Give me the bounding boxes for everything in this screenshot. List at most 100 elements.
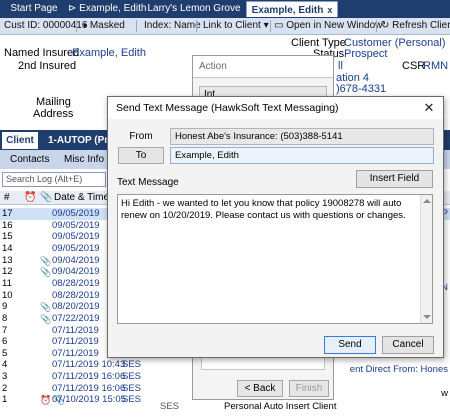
row-who: SES (122, 371, 142, 383)
back-button[interactable]: < Back (237, 380, 283, 397)
divider (196, 20, 197, 32)
divider (136, 20, 137, 32)
row-dt: 09/05/2019 (52, 242, 100, 254)
row-num: 16 (2, 219, 13, 231)
tab-example-edith-1[interactable]: ⊳ Example, Edith (68, 1, 146, 17)
divider (76, 20, 77, 32)
row-num: 10 (2, 289, 13, 301)
send-text-dialog: Send Text Message (HawkSoft Text Messagi… (107, 96, 444, 358)
text-message-label: Text Message (117, 177, 179, 188)
row-num: 5 (2, 347, 8, 359)
search-log-input[interactable]: Search Log (Alt+E) (2, 172, 106, 187)
status-value[interactable]: Prospect (344, 48, 387, 60)
row-dt: 08/28/2019 (52, 289, 100, 301)
action-title: Action (193, 56, 333, 78)
row-dt: 07/11/2019 (52, 336, 99, 348)
row-num: 15 (2, 231, 13, 243)
row-dt: 07/11/2019 (52, 324, 99, 336)
row-dt: 07/11/2019 16:06 (52, 371, 126, 383)
row-num: 9 (2, 301, 8, 313)
action-input[interactable] (201, 356, 325, 370)
fragment-text: w (441, 388, 448, 399)
send-button[interactable]: Send (324, 336, 376, 354)
row-description: Personal Auto Insert Client (224, 401, 337, 412)
csr-label: CSR (402, 60, 426, 72)
row-dt: 07/11/2019 10:43 (52, 359, 126, 371)
row-num: 12 (2, 266, 13, 278)
link-to-client-dropdown[interactable]: Link to Client ▾ (203, 18, 269, 34)
phone-fragment[interactable]: )678-4331 (336, 83, 386, 95)
row-num: 2 (2, 382, 8, 394)
row-num: 6 (2, 336, 8, 348)
row-dt: 08/28/2019 (52, 277, 100, 289)
tab-start-page[interactable]: Start Page (4, 1, 64, 17)
row-num: 13 (2, 254, 13, 266)
row-dt: 07/22/2019 (52, 312, 100, 324)
row-num: 11 (2, 277, 12, 289)
mask-icon: ◑ (81, 20, 88, 31)
to-field[interactable]: Example, Edith (170, 147, 434, 164)
finish-button[interactable]: Finish (289, 380, 329, 397)
second-insured-label: 2nd Insured (18, 60, 77, 72)
csr-value[interactable]: RMN (423, 60, 448, 72)
chevron-down-icon: ▾ (263, 20, 269, 31)
refresh-icon: ↻ (381, 20, 390, 31)
to-button[interactable]: To (118, 147, 164, 164)
scroll-up-icon[interactable] (423, 199, 431, 203)
tab-example-edith-active[interactable]: Example, Edith x (246, 1, 338, 17)
tab-client[interactable]: Client (2, 132, 38, 149)
cancel-button[interactable]: Cancel (382, 336, 434, 354)
mailing-label: Mailing (36, 96, 71, 108)
divider (270, 20, 271, 32)
attachment-icon: 📎 (40, 313, 52, 324)
row-dt: 09/05/2019 (52, 208, 100, 219)
tab-label: Start Page (10, 3, 58, 14)
refresh-label: Refresh Client (392, 20, 450, 31)
pin-icon: ⊳ (68, 3, 77, 14)
tab-larrys-lemon-grove[interactable]: Larry's Lemon Grove (146, 1, 242, 17)
row-num: 17 (2, 208, 13, 219)
row-dt: 08/20/2019 (52, 301, 100, 313)
close-icon[interactable]: x (327, 5, 332, 15)
attachment-icon: 📎 (40, 302, 52, 313)
close-icon[interactable]: ✕ (421, 100, 437, 116)
col-date-time[interactable]: Date & Time (54, 191, 109, 205)
attachment-icon: 📎 (40, 192, 53, 203)
masked-label: Masked (89, 20, 125, 31)
client-toolbar: Cust ID: 00000416 ◑ Masked Index: Name L… (0, 18, 450, 35)
row-num: 7 (2, 324, 8, 336)
from-field: Honest Abe's Insurance: (503)388-5141 (170, 128, 434, 145)
cust-id: Cust ID: 00000416 (4, 20, 88, 31)
scrollbar[interactable] (420, 195, 432, 323)
row-num: 8 (2, 312, 8, 324)
row-dt: 07/11/2019 (52, 347, 99, 359)
alarm-icon: ⏰ (24, 192, 37, 203)
row-who: SES (122, 359, 142, 371)
tab-label: Example, Edith (251, 5, 324, 16)
masked-toggle[interactable]: ◑ Masked (81, 18, 125, 34)
tab-contacts[interactable]: Contacts (10, 152, 49, 168)
open-new-label: Open in New Window (286, 20, 383, 31)
attachment-icon: 📎 (40, 267, 52, 278)
refresh-client-button[interactable]: ↻ Refresh Client (381, 18, 450, 34)
insert-field-button[interactable]: Insert Field (356, 170, 433, 188)
row-dt: 09/05/2019 (52, 219, 100, 231)
tab-label: Larry's Lemon Grove (147, 3, 241, 14)
link-label: Link to Client (203, 20, 261, 31)
attachment-icon: 📎 (40, 255, 52, 266)
row-user: SES (160, 401, 180, 412)
open-new-window-button[interactable]: ▭ Open in New Window (274, 18, 382, 34)
scroll-down-icon[interactable] (423, 315, 431, 319)
from-label: From (129, 131, 153, 142)
row-dt: 09/05/2019 (52, 231, 100, 243)
col-number[interactable]: # (4, 191, 10, 205)
row-num: 14 (2, 242, 13, 254)
named-insured-value[interactable]: Example, Edith (72, 47, 146, 59)
message-text: Hi Edith - we wanted to let you know tha… (121, 198, 406, 221)
row-dt: 09/04/2019 (52, 266, 100, 278)
top-tab-bar: Start Page ⊳ Example, Edith Larry's Lemo… (0, 0, 450, 18)
dialog-title: Send Text Message (HawkSoft Text Messagi… (108, 97, 443, 119)
index-selector[interactable]: Index: Name (144, 18, 201, 34)
message-textarea[interactable]: Hi Edith - we wanted to let you know tha… (117, 194, 433, 324)
tab-misc-info[interactable]: Misc Info (64, 152, 104, 168)
